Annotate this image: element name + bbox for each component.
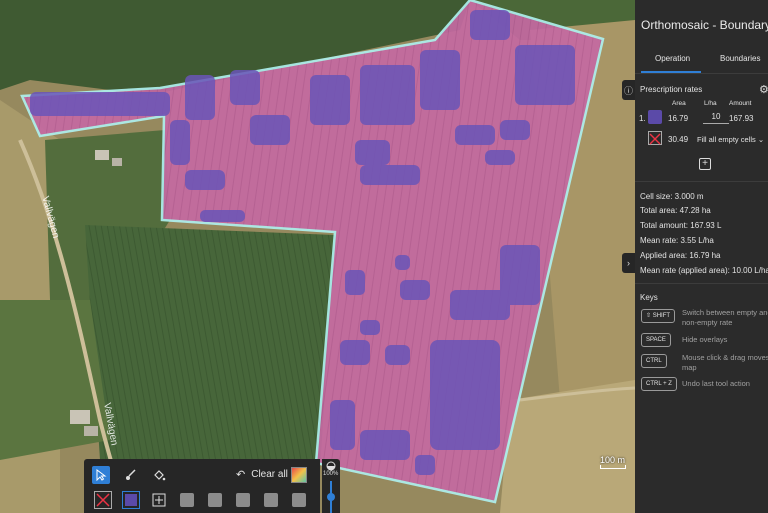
key-desc: Mouse click & drag moves map	[682, 353, 768, 372]
chevron-down-icon: ⌄	[757, 135, 765, 144]
rate-row-amount: 167.93	[729, 114, 754, 123]
empty-rate-swatch[interactable]	[94, 491, 112, 509]
fill-tool-button[interactable]	[150, 466, 168, 484]
rate-row-index: 1.	[639, 114, 646, 123]
cross-icon	[96, 493, 110, 507]
info-icon: ⓘ	[623, 85, 633, 96]
brush-icon	[126, 469, 136, 480]
tab-boundaries[interactable]: Boundaries	[720, 54, 760, 63]
rate-swatch-1[interactable]	[122, 491, 140, 509]
total-area-stat: Total area: 47.28 ha	[640, 206, 711, 215]
opacity-slider-handle[interactable]	[327, 493, 335, 501]
key-ctrl-z: CTRL + Z Undo last tool action	[640, 377, 768, 393]
kbd-shift: ⇧ SHIFT	[641, 309, 676, 323]
key-desc: Hide overlays	[682, 335, 728, 344]
keys-title: Keys	[640, 293, 658, 302]
key-desc: Undo last tool action	[682, 379, 750, 388]
scale-label: 100 m	[600, 455, 626, 465]
empty-swatch[interactable]	[236, 493, 250, 507]
clear-all-label: Clear all	[251, 469, 288, 480]
mean-rate-applied-stat: Mean rate (applied area): 10.00 L/ha	[640, 266, 768, 275]
empty-swatch[interactable]	[264, 493, 278, 507]
key-ctrl: CTRL Mouse click & drag moves map	[640, 353, 768, 372]
col-header-rate: L/ha	[704, 100, 717, 107]
grid-plus-icon	[152, 493, 166, 507]
mean-rate-stat: Mean rate: 3.55 L/ha	[640, 236, 714, 245]
tab-operation[interactable]: Operation	[655, 54, 690, 63]
map-view[interactable]: Vallvägen Vallvägen 100 m ⓘ ›	[0, 0, 635, 513]
opacity-value: 100%	[323, 471, 339, 477]
color-ramp-button[interactable]	[291, 467, 307, 483]
kbd-space: SPACE	[641, 333, 671, 347]
chevron-right-icon: ›	[627, 258, 630, 268]
plus-icon: +	[702, 158, 708, 169]
rate-row-area: 16.79	[668, 114, 689, 123]
select-tool-button[interactable]	[92, 466, 110, 484]
cell-size-stat: Cell size: 3.000 m	[640, 192, 704, 201]
col-header-amount: Amount	[729, 100, 752, 107]
gear-icon[interactable]: ⚙	[759, 83, 768, 96]
scale-bar: 100 m	[600, 455, 628, 469]
rate-color-swatch[interactable]	[648, 110, 662, 124]
fill-empty-label: Fill all empty cells	[697, 135, 756, 144]
panel-tabs: Operation Boundaries	[635, 44, 768, 74]
empty-area: 30.49	[668, 135, 689, 144]
empty-rate-swatch[interactable]	[648, 131, 662, 145]
undo-icon: ↶	[236, 469, 246, 481]
empty-swatch[interactable]	[292, 493, 306, 507]
kbd-ctrl: CTRL	[641, 354, 667, 368]
cross-icon	[649, 133, 661, 145]
info-tab[interactable]: ⓘ	[622, 80, 635, 100]
key-desc: Switch between empty and non-empty rate	[682, 308, 768, 327]
key-shift: ⇧ SHIFT Switch between empty and non-emp…	[640, 308, 768, 327]
active-tab-indicator	[641, 71, 701, 73]
satellite-imagery	[0, 0, 635, 513]
opacity-slider[interactable]: 100%	[322, 459, 340, 513]
paint-bucket-icon	[153, 469, 165, 480]
empty-swatch[interactable]	[208, 493, 222, 507]
rate-input[interactable]	[703, 110, 729, 124]
clear-all-button[interactable]: ↶ Clear all	[236, 468, 288, 481]
expand-panel-tab[interactable]: ›	[622, 253, 635, 273]
col-header-area: Area	[672, 100, 686, 107]
opacity-icon	[326, 461, 336, 471]
add-rate-button[interactable]: +	[699, 158, 711, 170]
total-amount-stat: Total amount: 167.93 L	[640, 221, 722, 230]
empty-swatch[interactable]	[180, 493, 194, 507]
panel-title: Orthomosaic - Boundary Ope	[641, 18, 768, 32]
prescription-title: Prescription rates	[640, 85, 703, 94]
kbd-ctrl-z: CTRL + Z	[641, 377, 677, 391]
tool-palette: ↶ Clear all	[84, 459, 320, 513]
operation-panel: Orthomosaic - Boundary Ope Operation Bou…	[635, 0, 768, 513]
cursor-icon	[96, 469, 107, 481]
fill-empty-dropdown[interactable]: Fill all empty cells ⌄	[697, 135, 764, 144]
applied-area-stat: Applied area: 16.79 ha	[640, 251, 721, 260]
key-space: SPACE Hide overlays	[640, 333, 768, 349]
add-swatch-button[interactable]	[150, 491, 168, 509]
brush-tool-button[interactable]	[122, 466, 140, 484]
